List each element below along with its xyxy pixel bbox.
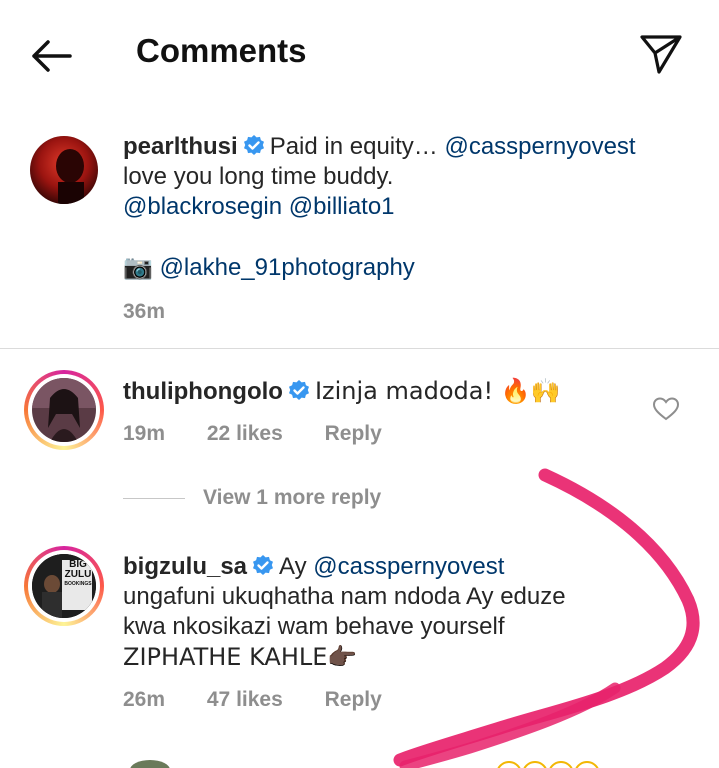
like-button[interactable] [652, 396, 680, 422]
comment-username[interactable]: bigzulu_sa [123, 553, 247, 580]
avatar-story-ring[interactable] [24, 370, 104, 450]
likes-count[interactable]: 47 likes [207, 688, 283, 711]
mention-link[interactable]: @casspernyovest [313, 553, 504, 580]
timestamp: 19m [123, 422, 166, 445]
mention-link[interactable]: @blackrosegin [123, 193, 282, 220]
next-comment-peek-emoji [495, 760, 605, 768]
next-comment-peek [130, 760, 170, 768]
comment-text: thuliphongolo Izinja madoda! 🔥🙌 [123, 376, 560, 407]
view-more-replies[interactable]: View 1 more reply [123, 486, 381, 510]
reply-button[interactable]: Reply [325, 688, 382, 711]
caption-username[interactable]: pearlthusi [123, 133, 238, 160]
comment-username[interactable]: thuliphongolo [123, 378, 283, 405]
reply-button[interactable]: Reply [325, 422, 382, 445]
profile-photo [30, 136, 98, 204]
page-title: Comments [136, 32, 307, 69]
verified-badge-icon [243, 135, 264, 155]
header-bar: Comments [0, 0, 719, 110]
comment-body-line: ZIPHATHE KAHLE👉🏿 [123, 643, 358, 671]
arrow-left-icon [32, 40, 72, 72]
view-replies-label: View 1 more reply [203, 486, 382, 509]
comment-body: Izinja madoda! 🔥🙌 [314, 377, 561, 405]
timestamp: 36m [123, 300, 166, 323]
caption-text-line1: Paid in equity… [269, 133, 438, 160]
post-caption: pearlthusi Paid in equity… @casspernyoves… [0, 110, 719, 348]
mention-link[interactable]: @lakhe_91photography [160, 254, 415, 281]
avatar-text: BOOKINGS [64, 581, 92, 587]
comment-body-line: kwa nkosikazi wam behave yourself [123, 613, 505, 640]
camera-icon: 📷 [123, 253, 153, 281]
mention-link[interactable]: @casspernyovest [444, 133, 635, 160]
comment-body-line: ungafuni ukuqhatha nam ndoda Ay eduze [123, 583, 566, 610]
replies-line [123, 497, 185, 499]
verified-badge-icon [253, 555, 274, 575]
comments-screen: Comments pearlthusi Paid in equity… @cas… [0, 0, 719, 768]
comment-meta: 26m 47 likes Reply [123, 688, 418, 712]
heart-icon [652, 397, 680, 421]
share-button[interactable] [636, 30, 686, 76]
caption-meta: 36m [123, 300, 201, 324]
likes-count[interactable]: 22 likes [207, 422, 283, 445]
avatar-text: ZULU [64, 569, 92, 580]
avatar-story-ring[interactable]: BIG ZULU BOOKINGS [24, 546, 104, 626]
caption-text-line2: love you long time buddy. [123, 163, 394, 190]
caption-text: pearlthusi Paid in equity… @casspernyoves… [123, 132, 636, 283]
timestamp: 26m [123, 688, 166, 711]
comment-meta: 19m 22 likes Reply [123, 422, 418, 446]
back-button[interactable] [26, 34, 78, 78]
comment-text: bigzulu_sa Ay @casspernyovest ungafuni uk… [123, 552, 566, 672]
avatar[interactable] [30, 136, 98, 204]
mention-link[interactable]: @billiato1 [289, 193, 395, 220]
profile-photo [32, 378, 96, 442]
verified-badge-icon [288, 380, 309, 400]
paper-plane-icon [640, 35, 682, 74]
divider [0, 348, 719, 349]
comment-body: Ay [279, 553, 307, 580]
